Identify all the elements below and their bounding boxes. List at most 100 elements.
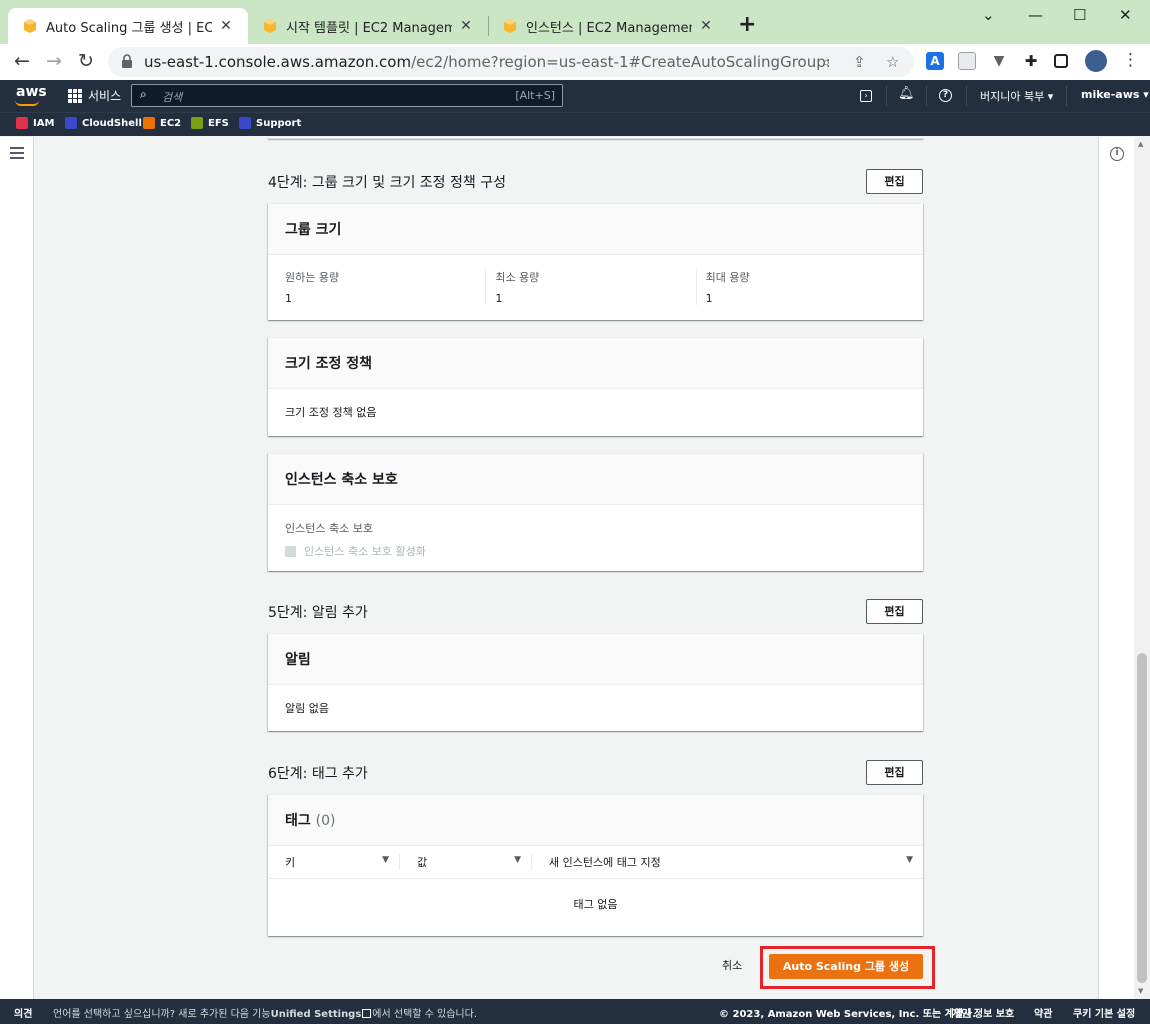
tags-empty-message: 태그 없음	[573, 898, 618, 911]
iam-icon	[16, 117, 28, 129]
screenshot-extension-icon[interactable]	[958, 52, 976, 70]
unified-settings-link[interactable]: Unified Settings	[271, 1009, 362, 1020]
lock-icon	[122, 54, 132, 68]
support-icon	[239, 117, 251, 129]
vue-extension-icon[interactable]: ▼	[990, 52, 1008, 70]
region-selector[interactable]: 버지니아 북부 ▾	[980, 88, 1053, 104]
aws-cube-icon	[264, 19, 276, 33]
scale-in-protection-card: 인스턴스 축소 보호 인스턴스 축소 보호 인스턴스 축소 보호 활성화	[268, 453, 923, 571]
bookmark-star-icon[interactable]: ☆	[886, 53, 899, 71]
extensions-puzzle-icon[interactable]: ✚	[1022, 52, 1040, 70]
tags-title: 태그	[285, 813, 311, 829]
step5-edit-button[interactable]: 편집	[866, 599, 923, 624]
desired-capacity-label: 원하는 용량	[285, 271, 340, 284]
scale-in-protection-checkbox	[285, 545, 296, 557]
min-capacity-value: 1	[495, 292, 503, 305]
page-scrollbar[interactable]: ▲ ▼	[1134, 137, 1150, 999]
scaling-policy-header: 크기 조정 정책	[268, 338, 923, 389]
nav-divider	[1066, 86, 1067, 106]
maximize-icon[interactable]: ☐	[1073, 6, 1086, 24]
highlight-annotation-box	[760, 946, 935, 989]
search-shortcut: [Alt+S]	[515, 89, 555, 102]
fav-ec2[interactable]: EC2	[143, 117, 181, 129]
close-icon[interactable]: ✕	[698, 18, 714, 34]
tab-label: 시작 템플릿 | EC2 Management	[286, 20, 452, 36]
window-close-icon[interactable]: ✕	[1119, 6, 1132, 24]
tab-label: 인스턴스 | EC2 Management Co	[526, 20, 692, 36]
close-icon[interactable]: ✕	[218, 18, 234, 34]
zoom-icon[interactable]: ⌕	[822, 53, 830, 71]
tab-search-chevron-icon[interactable]: ⌄	[982, 6, 995, 24]
notifications-card: 알림 알림 없음	[268, 633, 923, 731]
aws-console-nav: aws 서비스 ⌕ 검색 [Alt+S] › 🔔︎ ? 버지니아 북부 ▾ mi…	[0, 80, 1150, 112]
cancel-button[interactable]: 취소	[722, 957, 742, 973]
step4-title: 4단계: 그룹 크기 및 크기 조정 정책 구성	[268, 175, 506, 191]
group-size-body: 원하는 용량 1 최소 용량 1 최대 용량 1	[268, 255, 923, 319]
aws-search-input[interactable]: ⌕ 검색 [Alt+S]	[131, 84, 563, 107]
scale-in-protection-label: 인스턴스 축소 보호	[285, 522, 373, 535]
reload-icon[interactable]: ↻	[78, 50, 94, 72]
browser-menu-icon[interactable]: ⋮	[1122, 50, 1139, 70]
cloudshell-icon[interactable]: ›	[860, 90, 872, 102]
aws-smile-icon	[15, 100, 39, 106]
feedback-link[interactable]: 의견	[14, 1005, 32, 1020]
desired-capacity-value: 1	[285, 292, 292, 305]
url-host: us-east-1.console.aws.amazon.com	[144, 53, 412, 71]
share-icon[interactable]: ⇪	[853, 53, 866, 71]
translate-extension-icon[interactable]: A	[926, 52, 944, 70]
tab-instances[interactable]: 인스턴스 | EC2 Management Co ✕	[488, 8, 728, 44]
copyright: © 2023, Amazon Web Services, Inc. 또는 계열사…	[719, 1009, 977, 1020]
step6-title: 6단계: 태그 추가	[268, 766, 368, 782]
max-capacity: 최대 용량 1	[695, 269, 906, 305]
step4-edit-button[interactable]: 편집	[866, 169, 923, 194]
back-arrow-icon[interactable]: ←	[14, 50, 30, 72]
search-placeholder: 검색	[162, 91, 183, 104]
tags-count: (0)	[315, 813, 336, 829]
column-key[interactable]: 키 ▼	[268, 854, 400, 870]
scale-in-protection-body: 인스턴스 축소 보호 인스턴스 축소 보호 활성화	[268, 505, 923, 573]
new-tab-plus-icon[interactable]: +	[738, 14, 756, 36]
right-tools-rail: i	[1098, 137, 1134, 999]
tab-label: Auto Scaling 그룹 생성 | EC2 Ma	[46, 20, 212, 36]
account-menu[interactable]: mike-aws ▾	[1081, 88, 1149, 101]
hamburger-menu-icon[interactable]	[10, 147, 24, 162]
column-value[interactable]: 값 ▼	[400, 854, 532, 870]
url-text: us-east-1.console.aws.amazon.com/ec2/hom…	[144, 53, 831, 71]
services-menu[interactable]: 서비스	[88, 87, 121, 104]
tab-auto-scaling[interactable]: Auto Scaling 그룹 생성 | EC2 Ma ✕	[8, 8, 248, 44]
step5-title: 5단계: 알림 추가	[268, 605, 368, 621]
terms-link[interactable]: 약관	[1034, 1005, 1052, 1020]
external-link-icon	[362, 1009, 372, 1018]
services-grid-icon[interactable]	[68, 89, 82, 103]
group-size-columns: 원하는 용량 1 최소 용량 1 최대 용량 1	[285, 269, 906, 305]
cookie-preferences-link[interactable]: 쿠키 기본 설정	[1073, 1005, 1135, 1020]
favorites-bar: IAM CloudShell EC2 EFS Support	[0, 112, 1150, 136]
aws-cube-icon	[504, 19, 516, 33]
fav-efs[interactable]: EFS	[191, 117, 229, 129]
fav-support[interactable]: Support	[239, 117, 301, 129]
tab-launch-template[interactable]: 시작 템플릿 | EC2 Management ✕	[248, 8, 488, 44]
scrollbar-thumb[interactable]	[1137, 653, 1147, 983]
minimize-icon[interactable]: —	[1028, 6, 1043, 24]
step6-edit-button[interactable]: 편집	[866, 760, 923, 785]
scale-in-protection-checkbox-label: 인스턴스 축소 보호 활성화	[304, 545, 426, 558]
cloudshell-service-icon	[65, 117, 77, 129]
scroll-down-arrow-icon[interactable]: ▼	[1138, 987, 1143, 995]
address-bar[interactable]: us-east-1.console.aws.amazon.com/ec2/hom…	[108, 47, 914, 77]
max-capacity-value: 1	[705, 292, 713, 305]
scroll-up-arrow-icon[interactable]: ▲	[1138, 140, 1143, 148]
column-tag-new-instances[interactable]: 새 인스턴스에 태그 지정 ▼	[532, 854, 923, 870]
close-icon[interactable]: ✕	[458, 18, 474, 34]
privacy-link[interactable]: 개인 정보 보호	[952, 1005, 1014, 1020]
info-icon[interactable]: i	[1110, 147, 1124, 161]
forward-arrow-icon[interactable]: →	[46, 50, 62, 72]
side-panel-icon[interactable]	[1054, 54, 1068, 68]
aws-logo[interactable]: aws	[16, 84, 47, 100]
group-size-card: 그룹 크기 원하는 용량 1 최소 용량 1 최대 용량 1	[268, 203, 923, 320]
notifications-header: 알림	[268, 634, 923, 685]
profile-avatar[interactable]	[1085, 50, 1107, 72]
fav-iam[interactable]: IAM	[16, 117, 54, 129]
notifications-bell-icon[interactable]: 🔔︎	[898, 86, 915, 101]
help-icon[interactable]: ?	[939, 89, 952, 102]
fav-cloudshell[interactable]: CloudShell	[65, 117, 142, 129]
